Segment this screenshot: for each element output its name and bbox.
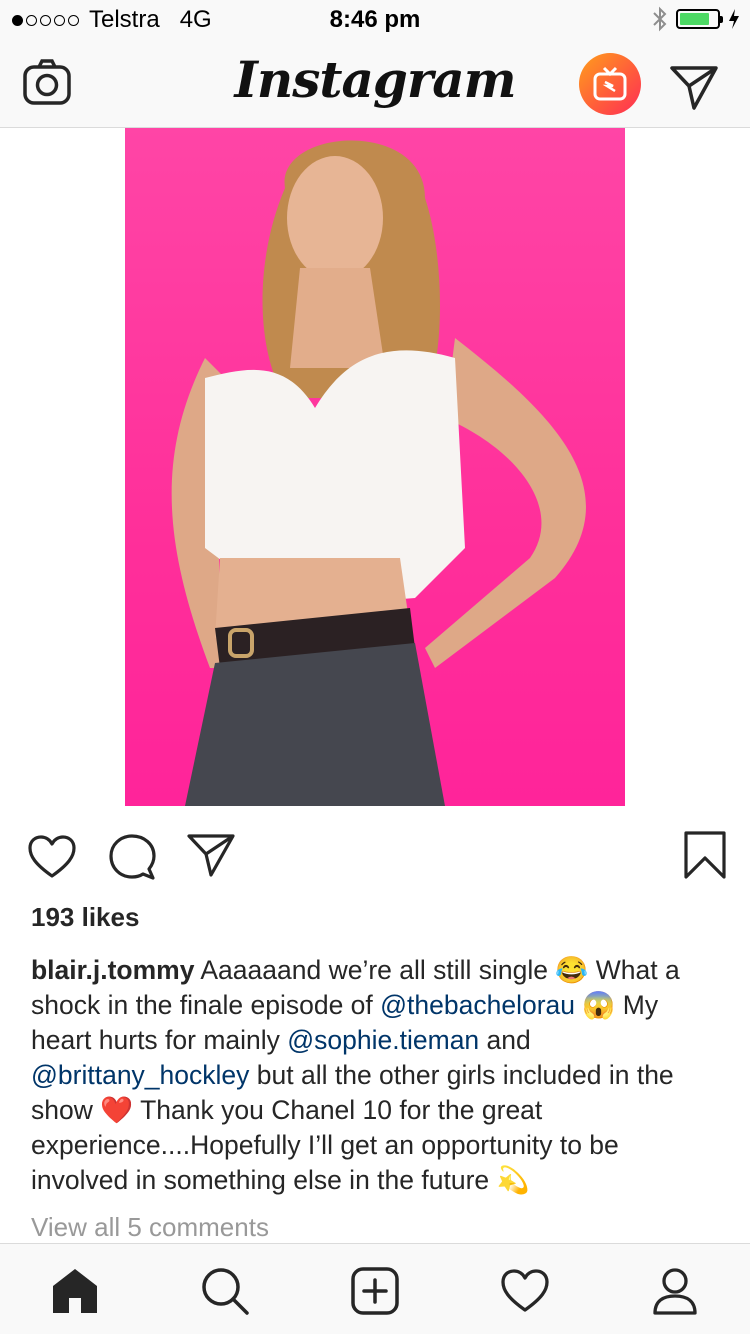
like-count[interactable]: 193 likes	[31, 902, 139, 933]
profile-icon[interactable]	[650, 1266, 700, 1316]
post-photo[interactable]	[125, 128, 625, 806]
charging-bolt-icon	[729, 9, 739, 29]
igtv-button[interactable]	[579, 53, 641, 115]
caption-mention[interactable]: @thebachelorau	[380, 990, 575, 1020]
search-icon[interactable]	[200, 1266, 250, 1316]
post-caption: blair.j.tommy Aaaaaand we’re all still s…	[31, 953, 721, 1198]
bottom-tab-bar	[0, 1243, 750, 1334]
view-all-comments-link[interactable]: View all 5 comments	[31, 1212, 269, 1243]
top-nav-bar: Instagram	[0, 40, 750, 128]
post-actions	[0, 826, 750, 886]
status-right	[652, 6, 740, 32]
post-photo-person	[171, 140, 586, 806]
caption-mention[interactable]: @sophie.tieman	[287, 1025, 479, 1055]
caption-mention[interactable]: @brittany_hockley	[31, 1060, 249, 1090]
new-post-icon[interactable]	[350, 1266, 400, 1316]
comment-icon[interactable]	[108, 833, 156, 881]
share-icon[interactable]	[186, 832, 236, 878]
home-icon[interactable]	[50, 1266, 100, 1316]
status-time: 8:46 pm	[329, 6, 421, 33]
direct-message-icon[interactable]	[668, 60, 720, 112]
status-bar: Telstra 4G 8:46 pm	[0, 0, 750, 40]
caption-text: and	[479, 1025, 531, 1055]
igtv-icon	[593, 66, 627, 101]
bluetooth-icon	[653, 6, 667, 32]
bookmark-icon[interactable]	[682, 830, 728, 880]
caption-username[interactable]: blair.j.tommy	[31, 955, 194, 985]
battery-icon	[676, 9, 723, 29]
activity-icon[interactable]	[500, 1266, 550, 1316]
heart-icon[interactable]	[27, 834, 77, 880]
